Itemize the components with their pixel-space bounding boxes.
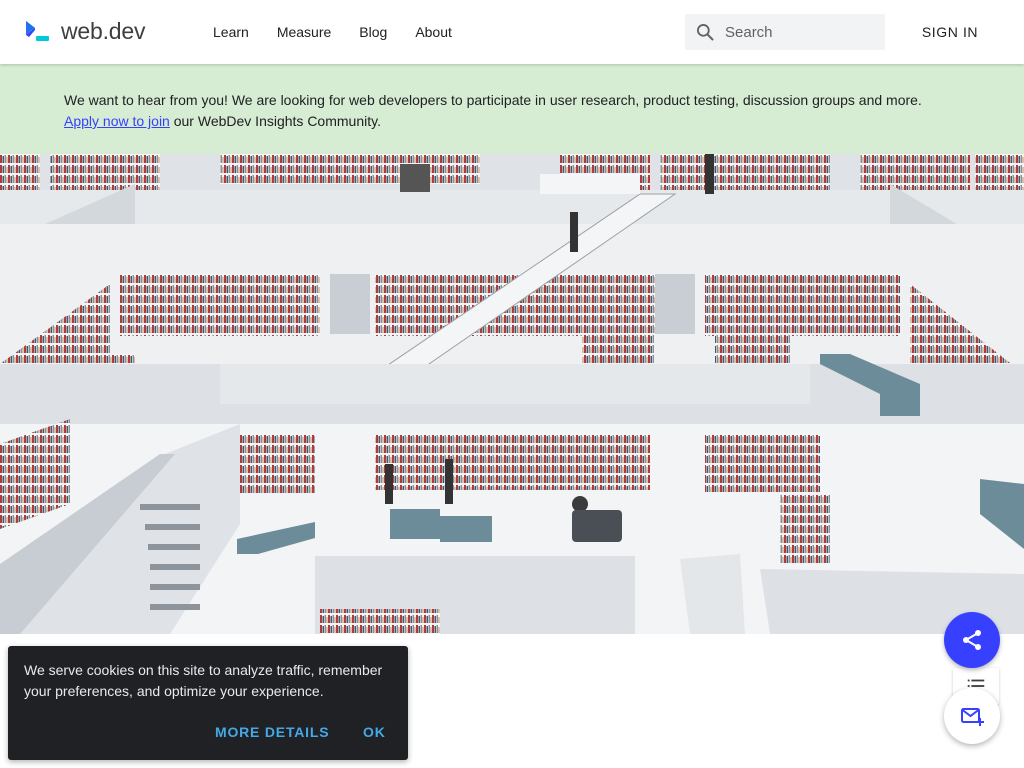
more-details-button[interactable]: MORE DETAILS	[215, 724, 329, 740]
webdev-logo-icon	[26, 21, 49, 41]
search-box[interactable]	[685, 14, 885, 50]
hero-image	[0, 154, 1024, 634]
share-icon	[963, 630, 981, 650]
cookie-text: We serve cookies on this site to analyze…	[24, 662, 383, 699]
mail-add-icon	[961, 708, 984, 726]
ok-button[interactable]: OK	[363, 724, 386, 740]
sign-in-button[interactable]: SIGN IN	[914, 14, 986, 50]
banner-text-after: our WebDev Insights Community.	[169, 113, 381, 129]
nav-about[interactable]: About	[401, 0, 466, 64]
nav-blog[interactable]: Blog	[345, 0, 401, 64]
library-photo-icon	[0, 154, 1024, 634]
site-header: web.dev Learn Measure Blog About SIGN IN	[0, 0, 1024, 64]
apply-link[interactable]: Apply now to join	[64, 113, 170, 129]
search-icon[interactable]	[695, 22, 715, 42]
banner-text: We want to hear from you! We are looking…	[64, 92, 922, 108]
nav-measure[interactable]: Measure	[263, 0, 345, 64]
research-banner: We want to hear from you! We are looking…	[0, 64, 1024, 154]
nav-learn[interactable]: Learn	[199, 0, 263, 64]
subscribe-button[interactable]	[944, 688, 1000, 744]
primary-nav: Learn Measure Blog About	[199, 0, 466, 64]
share-button[interactable]	[944, 612, 1000, 668]
logo-text: web.dev	[61, 17, 146, 44]
logo-link[interactable]: web.dev	[24, 16, 145, 46]
cookie-notice: We serve cookies on this site to analyze…	[8, 646, 408, 760]
search-input[interactable]	[725, 23, 875, 41]
